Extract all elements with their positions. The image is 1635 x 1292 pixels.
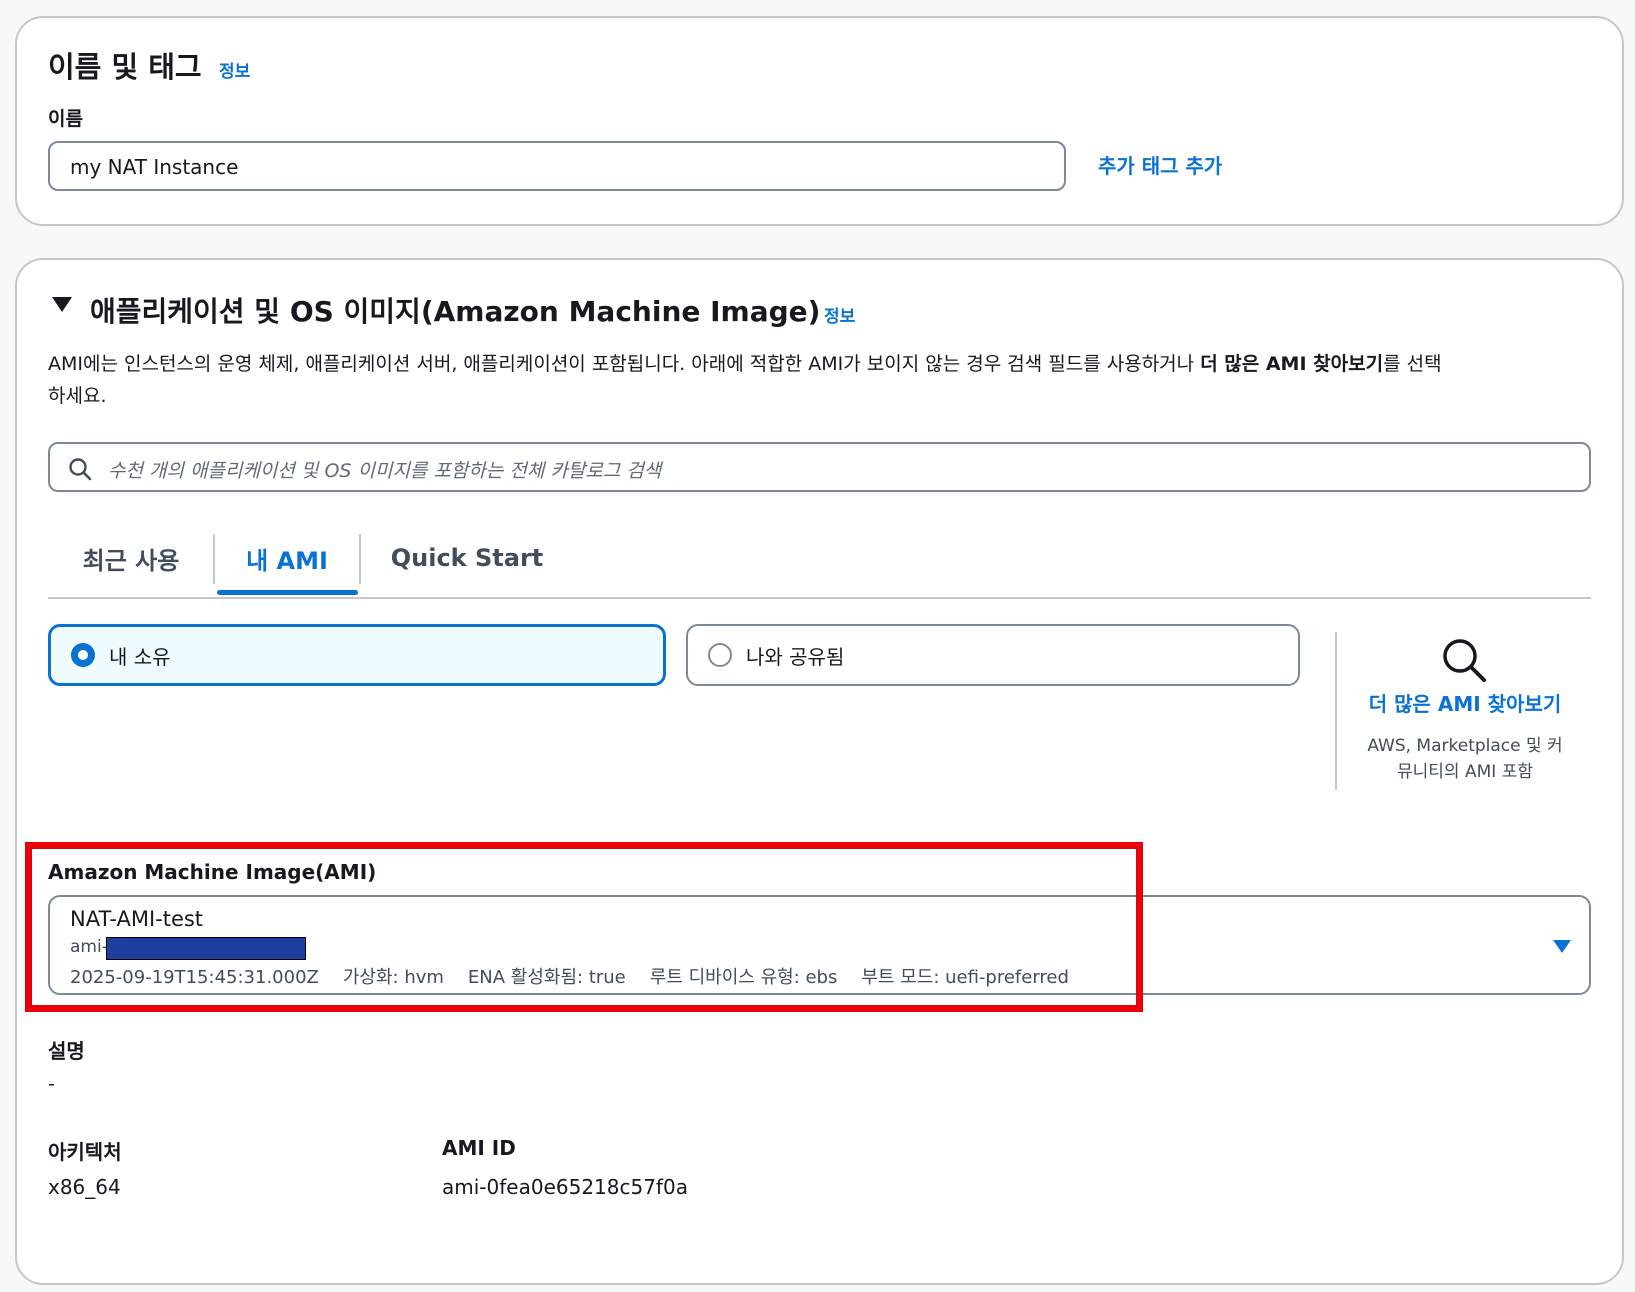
ami-section-title: 애플리케이션 및 OS 이미지(Amazon Machine Image) — [90, 295, 821, 328]
ami-description: AMI에는 인스턴스의 운영 체제, 애플리케이션 서버, 애플리케이션이 포함… — [48, 348, 1608, 412]
tabs-divider — [48, 597, 1591, 599]
tab-separator — [359, 534, 361, 584]
radio-unselected-icon — [708, 643, 732, 667]
tab-quick-start[interactable]: Quick Start — [378, 528, 556, 588]
name-label: 이름 — [48, 108, 83, 130]
ami-id-label: AMI ID — [442, 1136, 516, 1160]
active-tab-indicator — [217, 590, 358, 595]
add-tag-link[interactable]: 추가 태그 추가 — [1098, 150, 1222, 179]
dropdown-caret-icon — [1553, 940, 1571, 953]
name-tags-panel — [15, 16, 1624, 226]
ami-description-text-1: AMI에는 인스턴스의 운영 체제, 애플리케이션 서버, 애플리케이션이 포함… — [48, 353, 1201, 375]
search-icon — [69, 458, 92, 481]
ami-info-link[interactable]: 정보 — [824, 302, 855, 327]
ami-search-input[interactable]: 수천 개의 애플리케이션 및 OS 이미지를 포함하는 전체 카탈로그 검색 — [48, 442, 1591, 492]
highlight-box — [25, 842, 1143, 1012]
architecture-label: 아키텍처 — [48, 1140, 122, 1164]
description-label: 설명 — [48, 1039, 85, 1063]
collapse-caret-icon[interactable] — [52, 297, 72, 312]
ami-description-text-2: 를 선택 — [1383, 353, 1442, 375]
tab-my-ami[interactable]: 내 AMI — [217, 528, 357, 588]
magnifier-icon[interactable] — [1440, 636, 1488, 684]
architecture-value: x86_64 — [48, 1175, 121, 1199]
owned-by-me-label: 내 소유 — [109, 644, 171, 669]
browse-more-caption: AWS, Marketplace 및 커 뮤니티의 AMI 포함 — [1340, 733, 1590, 785]
browse-divider — [1335, 632, 1337, 790]
name-input[interactable]: my NAT Instance — [48, 141, 1066, 191]
ami-id-value: ami-0fea0e65218c57f0a — [442, 1175, 688, 1199]
owned-by-me-option[interactable]: 내 소유 — [48, 624, 666, 686]
description-value: - — [48, 1073, 55, 1095]
radio-selected-icon — [71, 643, 95, 667]
shared-with-me-label: 나와 공유됨 — [746, 644, 845, 669]
tags-info-link[interactable]: 정보 — [219, 57, 250, 82]
search-placeholder: 수천 개의 애플리케이션 및 OS 이미지를 포함하는 전체 카탈로그 검색 — [108, 460, 662, 482]
browse-more-ami-link[interactable]: 더 많은 AMI 찾아보기 — [1340, 688, 1590, 717]
shared-with-me-option[interactable]: 나와 공유됨 — [686, 624, 1300, 686]
tab-separator — [213, 534, 215, 584]
browse-more-caption-line-2: 뮤니티의 AMI 포함 — [1397, 762, 1533, 782]
tags-section-title: 이름 및 태그 — [48, 50, 202, 84]
tab-recent[interactable]: 최근 사용 — [70, 528, 192, 588]
ami-description-bold: 더 많은 AMI 찾아보기 — [1200, 353, 1384, 375]
ami-description-text-3: 하세요. — [48, 385, 107, 407]
name-input-value: my NAT Instance — [70, 155, 239, 179]
browse-more-caption-line-1: AWS, Marketplace 및 커 — [1367, 736, 1563, 756]
